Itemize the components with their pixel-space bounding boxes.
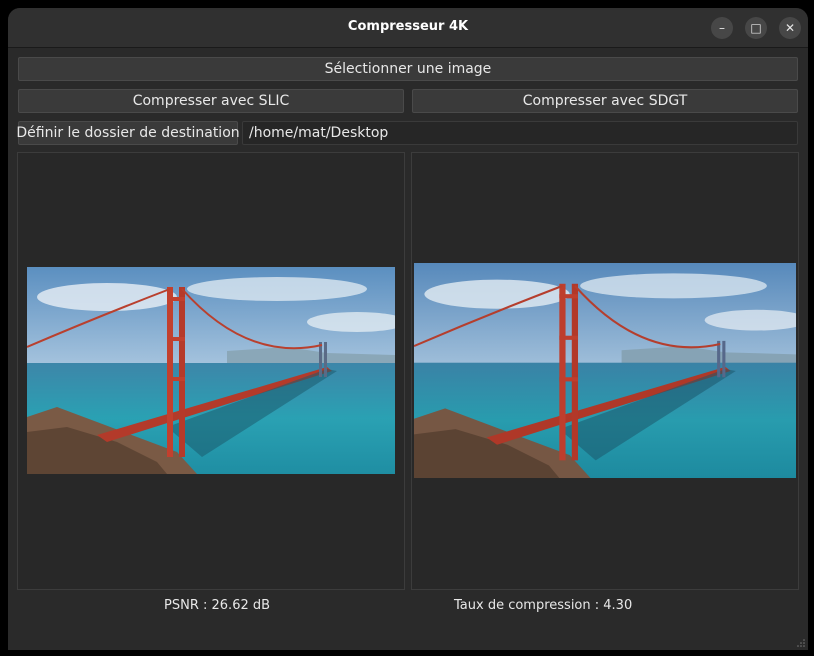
ratio-value: 4.30 <box>603 598 633 613</box>
maximize-icon: □ <box>750 21 762 35</box>
close-button[interactable]: ✕ <box>779 17 801 39</box>
ratio-label: Taux de compression : <box>454 598 600 613</box>
psnr-label: PSNR : <box>164 598 208 613</box>
minimize-button[interactable]: – <box>711 17 733 39</box>
compression-ratio-stat: Taux de compression : 4.30 <box>454 598 632 613</box>
original-image <box>27 267 395 474</box>
select-image-button[interactable]: Sélectionner une image <box>18 57 798 81</box>
original-image-panel <box>17 152 405 590</box>
title-bar[interactable]: Compresseur 4K – □ ✕ <box>8 8 808 48</box>
maximize-button[interactable]: □ <box>745 17 767 39</box>
set-destination-button[interactable]: Définir le dossier de destination <box>16 121 240 145</box>
resize-grip-icon[interactable] <box>796 638 806 648</box>
minimize-icon: – <box>719 21 725 35</box>
psnr-value: 26.62 dB <box>211 598 271 613</box>
compress-sdgt-button[interactable]: Compresser avec SDGT <box>412 89 798 113</box>
golden-gate-bridge-compressed-icon <box>414 263 796 478</box>
golden-gate-bridge-icon <box>27 267 395 474</box>
window-title: Compresseur 4K <box>347 19 469 34</box>
app-window: Compresseur 4K – □ ✕ Sélectionner une im… <box>8 8 808 650</box>
compressed-image <box>414 263 796 478</box>
destination-path-field[interactable]: /home/mat/Desktop <box>242 121 798 145</box>
close-icon: ✕ <box>784 21 796 35</box>
compress-slic-button[interactable]: Compresser avec SLIC <box>18 89 404 113</box>
compressed-image-panel <box>411 152 799 590</box>
psnr-stat: PSNR : 26.62 dB <box>164 598 270 613</box>
